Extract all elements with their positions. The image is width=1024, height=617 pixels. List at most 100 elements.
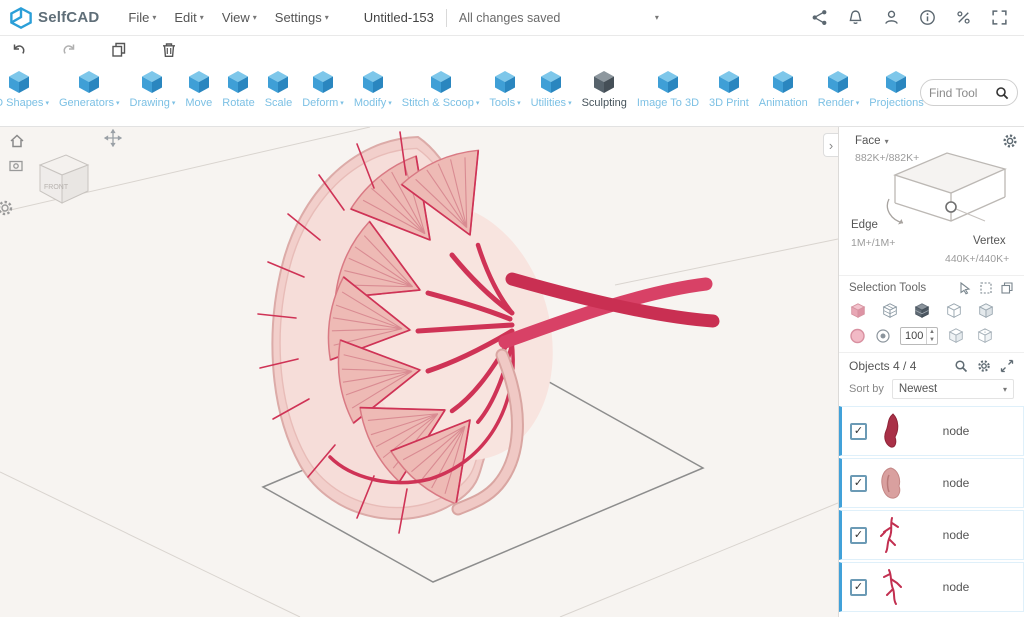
object-node-row[interactable]: ✓ node (839, 510, 1024, 560)
redo-button[interactable] (60, 41, 78, 59)
tool-label: Generators (59, 97, 114, 109)
save-status-label: All changes saved (459, 11, 560, 25)
wireframe-select-mode-icon[interactable] (881, 302, 901, 320)
delete-button[interactable] (160, 41, 178, 59)
toolbar-tool-render[interactable]: Render ▾ (815, 69, 863, 109)
toolbar-tool-move[interactable]: Move (182, 69, 215, 109)
tool-cube-icon (139, 69, 165, 97)
chevron-down-icon: ▾ (152, 13, 156, 22)
object-node-row[interactable]: ✓ node (839, 406, 1024, 456)
node-visibility-checkbox[interactable]: ✓ (850, 423, 867, 440)
kidney-model[interactable] (258, 132, 713, 533)
info-icon[interactable] (919, 9, 936, 26)
view-cube[interactable]: FRONT (28, 147, 96, 211)
stepper-arrows[interactable]: ▲▼ (926, 328, 937, 344)
toolbar-tool-deform[interactable]: Deform ▾ (299, 69, 347, 109)
symmetry-icon[interactable] (947, 327, 967, 345)
fullscreen-icon[interactable] (991, 9, 1008, 26)
sort-select-value: Newest (899, 383, 937, 395)
find-tool-input[interactable] (929, 86, 991, 100)
nav-cube-face-label: FRONT (44, 184, 69, 191)
notifications-bell-icon[interactable] (847, 9, 864, 26)
toolbar-tool-tools[interactable]: Tools ▾ (486, 69, 523, 109)
right-panel: Face ▾ 882K+/882K+ Edge 1M+/1M+ Vertex 4… (838, 127, 1024, 617)
brush-shape-icon[interactable] (849, 327, 866, 345)
gear-icon[interactable] (1002, 133, 1018, 149)
toolbar-tool-animation[interactable]: Animation (756, 69, 811, 109)
toolbar-tool-scale[interactable]: Scale (262, 69, 296, 109)
home-view-icon[interactable] (8, 132, 26, 150)
snapshot-icon[interactable] (8, 157, 24, 173)
box-select-icon[interactable] (979, 281, 993, 295)
node-thumbnail (876, 411, 906, 451)
expand-panel-icon[interactable] (1000, 359, 1014, 373)
node-label: node (915, 424, 997, 438)
toolbar-tool-generators[interactable]: Generators ▾ (56, 69, 123, 109)
tool-label: Sculpting (582, 97, 627, 109)
vertex-label: Vertex (973, 235, 1006, 247)
selfcad-logo[interactable]: SelfCAD (10, 7, 99, 29)
search-icon[interactable] (954, 359, 968, 373)
toolbar-tool-3d-shapes[interactable]: 3D Shapes ▾ (0, 69, 52, 109)
copy-button[interactable] (110, 41, 128, 59)
node-visibility-checkbox[interactable]: ✓ (850, 579, 867, 596)
check-icon: ✓ (854, 582, 863, 593)
tool-cube-icon (76, 69, 102, 97)
menu-settings[interactable]: Settings ▾ (266, 0, 338, 36)
document-title[interactable]: Untitled-153 (364, 10, 434, 25)
dropdown-caret-icon: ▾ (116, 99, 120, 107)
node-visibility-checkbox[interactable]: ✓ (850, 527, 867, 544)
group-select-icon[interactable] (1000, 281, 1014, 295)
camera-pan-icon[interactable] (104, 129, 122, 147)
tool-label: Scale (265, 97, 293, 109)
viewport-canvas[interactable] (0, 127, 838, 617)
search-icon[interactable] (995, 86, 1009, 100)
cursor-select-icon[interactable] (958, 281, 972, 295)
menu-view[interactable]: View ▾ (213, 0, 266, 36)
toolbar-tool-rotate[interactable]: Rotate (219, 69, 257, 109)
mesh-select-mode-icon[interactable] (913, 302, 933, 320)
cube-outline2-select-icon[interactable] (977, 302, 997, 320)
tool-label: Animation (759, 97, 808, 109)
user-account-icon[interactable] (883, 9, 900, 26)
menu-file[interactable]: File ▾ (119, 0, 165, 36)
toolbar-tool-stitch-scoop[interactable]: Stitch & Scoop ▾ (399, 69, 483, 109)
toolbar-tool-utilities[interactable]: Utilities ▾ (528, 69, 575, 109)
toolbar-tool-projections[interactable]: Projections (866, 69, 926, 109)
toolbar-tool-3d-print[interactable]: 3D Print (706, 69, 752, 109)
dropdown-caret-icon: ▾ (388, 99, 392, 107)
object-node-row[interactable]: ✓ node (839, 458, 1024, 508)
viewport[interactable]: FRONT › (0, 127, 838, 617)
menu-edit[interactable]: Edit ▾ (165, 0, 212, 36)
toolbar-tool-drawing[interactable]: Drawing ▾ (127, 69, 179, 109)
share-icon[interactable] (811, 9, 828, 26)
brush-size-input[interactable]: 100 ▲▼ (900, 327, 938, 345)
viewport-settings-icon[interactable] (0, 199, 14, 217)
app-title: SelfCAD (38, 9, 99, 26)
tool-cube-icon (825, 69, 851, 97)
panel-collapse-button[interactable]: › (823, 133, 838, 157)
gear-icon[interactable] (977, 359, 991, 373)
node-visibility-checkbox[interactable]: ✓ (850, 475, 867, 492)
face-select-mode-icon[interactable] (849, 302, 869, 320)
mirror-icon[interactable] (976, 327, 996, 345)
save-status-dropdown[interactable]: All changes saved ▾ (459, 11, 659, 25)
sort-select[interactable]: Newest ▾ (892, 379, 1014, 399)
brush-settings-row: 100 ▲▼ (849, 327, 1014, 345)
tool-cube-icon (360, 69, 386, 97)
toolbar-tool-sculpting[interactable]: Sculpting (579, 69, 630, 109)
tool-label: Deform (302, 97, 338, 109)
mesh-diagram (881, 141, 1019, 235)
shortcuts-icon[interactable] (955, 9, 972, 26)
edge-count: 1M+/1M+ (851, 237, 895, 249)
object-node-row[interactable]: ✓ node (839, 562, 1024, 612)
face-label: Face (855, 135, 881, 147)
chevron-down-icon: ▾ (1003, 385, 1007, 394)
toolbar-tool-image-to-3d[interactable]: Image To 3D (634, 69, 702, 109)
toolbar-tool-modify[interactable]: Modify ▾ (351, 69, 395, 109)
find-tool-box[interactable] (920, 79, 1018, 106)
soft-select-icon[interactable] (875, 327, 891, 345)
undo-button[interactable] (10, 41, 28, 59)
toolbar-tools: 3D Shapes ▾ Generators ▾ Drawing ▾ (0, 64, 928, 126)
cube-outline-select-icon[interactable] (945, 302, 965, 320)
